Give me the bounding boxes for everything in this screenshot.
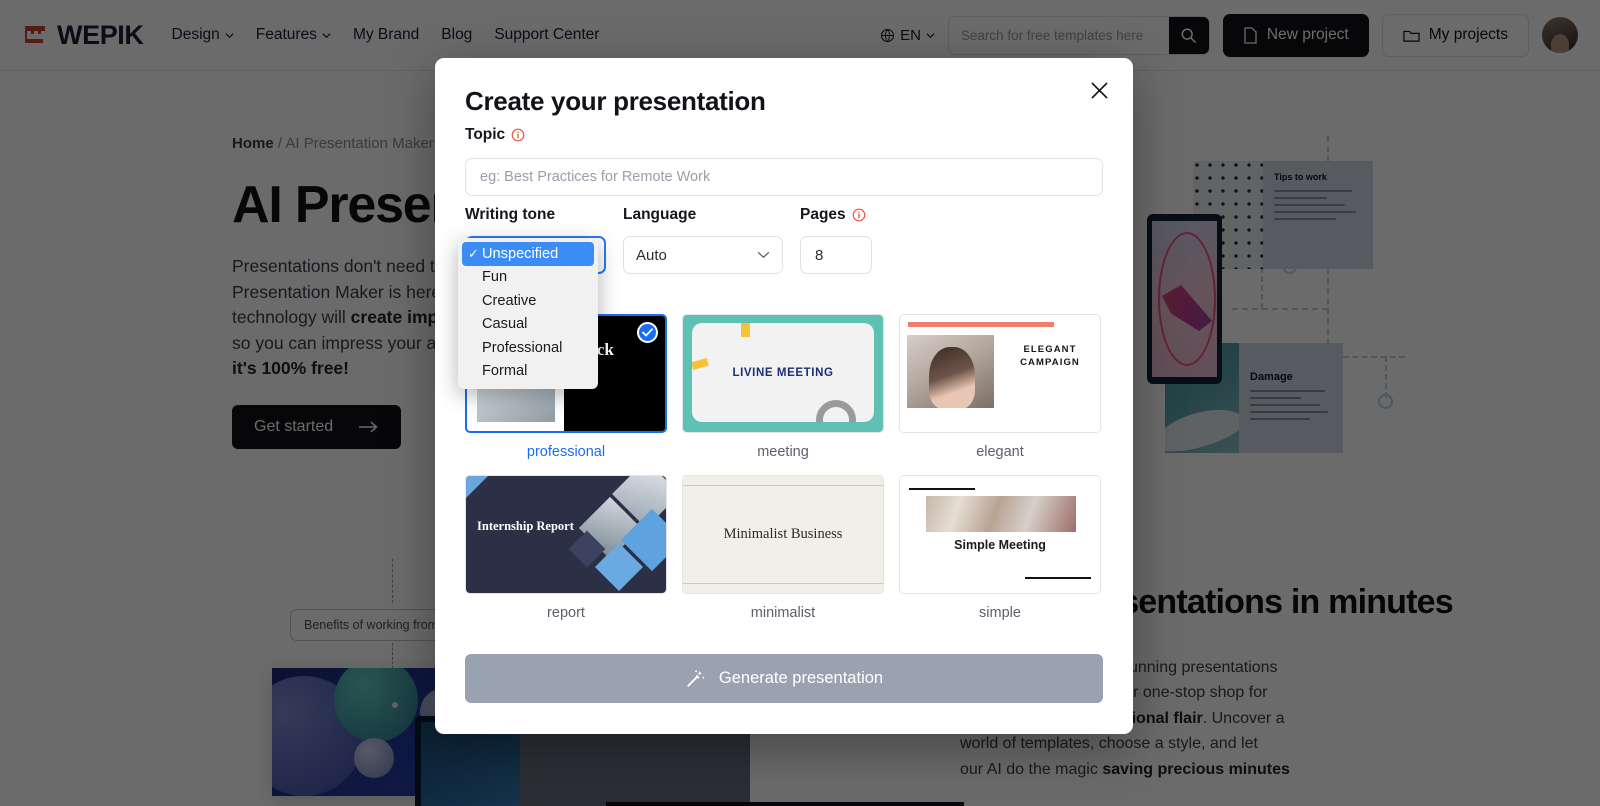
topic-label-row: Topic	[465, 126, 1103, 144]
thumb-photo	[907, 335, 994, 408]
thumb-title: ELEGANT CAMPAIGN	[1020, 344, 1080, 368]
thumb-circle	[816, 400, 856, 422]
selected-check-icon	[637, 322, 658, 343]
thumb-accent	[692, 357, 709, 371]
template-name: meeting	[757, 444, 809, 460]
thumb-title: LIVINE MEETING	[732, 366, 834, 379]
thumb-title: Minimalist Business	[723, 526, 843, 542]
template-thumbnail: Internship Report	[465, 475, 667, 594]
template-card-simple[interactable]: Simple Meeting simple	[899, 475, 1101, 621]
pages-label: Pages	[800, 206, 846, 223]
template-name: minimalist	[750, 605, 816, 621]
pages-label-row: Pages	[800, 206, 872, 224]
thumb-inner: LIVINE MEETING	[692, 323, 874, 422]
tone-option-unspecified[interactable]: ✓ Unspecified	[462, 242, 594, 266]
thumb-accent	[908, 322, 1054, 327]
topic-field-group: Topic	[465, 126, 1103, 196]
chevron-down-icon	[757, 251, 770, 259]
tone-option-casual[interactable]: Casual	[462, 313, 594, 337]
thumb-art: Internship Report	[466, 476, 666, 593]
thumb-art: ELEGANT CAMPAIGN	[900, 315, 1100, 432]
pages-group: Pages 8	[800, 206, 872, 274]
tone-option-professional[interactable]: Professional	[462, 336, 594, 360]
modal-title: Create your presentation	[465, 86, 766, 116]
check-icon: ✓	[468, 245, 479, 261]
tone-option-label: Casual	[482, 316, 528, 333]
thumb-art: Minimalist Business	[683, 476, 883, 593]
thumb-title: Internship Report	[477, 519, 574, 533]
pages-input[interactable]: 8	[800, 236, 872, 274]
writing-tone-dropdown[interactable]: ✓ Unspecified Fun Creative Casual Profess…	[458, 238, 598, 389]
info-icon[interactable]	[852, 208, 866, 222]
tone-option-label: Creative	[482, 292, 537, 309]
template-card-elegant[interactable]: ELEGANT CAMPAIGN elegant	[899, 314, 1101, 460]
template-thumbnail: ELEGANT CAMPAIGN	[899, 314, 1101, 433]
language-value: Auto	[636, 246, 667, 264]
topic-input[interactable]	[465, 158, 1103, 196]
pages-value: 8	[815, 246, 824, 264]
tone-option-fun[interactable]: Fun	[462, 266, 594, 290]
template-name: simple	[979, 605, 1021, 621]
thumb-photo	[926, 496, 1076, 532]
info-icon[interactable]	[511, 128, 525, 142]
tone-option-label: Unspecified	[482, 245, 559, 262]
tone-option-label: Fun	[482, 269, 508, 286]
thumb-title: Simple Meeting	[954, 538, 1046, 552]
tone-option-label: Professional	[482, 339, 563, 356]
generate-presentation-button[interactable]: Generate presentation	[465, 654, 1103, 703]
template-card-meeting[interactable]: LIVINE MEETING meeting	[682, 314, 884, 460]
tone-option-creative[interactable]: Creative	[462, 289, 594, 313]
thumb-accent	[466, 476, 488, 498]
magic-wand-icon	[687, 670, 705, 687]
screen: WEPIK Design Features My Brand Blog	[0, 0, 1600, 806]
tone-option-label: Formal	[482, 363, 528, 380]
template-card-report[interactable]: Internship Report report	[465, 475, 667, 621]
language-label: Language	[623, 206, 697, 223]
thumb-accent	[741, 323, 750, 337]
thumb-art: Simple Meeting	[900, 476, 1100, 593]
writing-tone-label: Writing tone	[465, 206, 556, 223]
template-thumbnail: LIVINE MEETING	[682, 314, 884, 433]
template-name: report	[547, 605, 585, 621]
thumb-rule	[909, 488, 975, 490]
template-name: elegant	[976, 444, 1024, 460]
topic-label: Topic	[465, 126, 506, 143]
close-button[interactable]	[1083, 74, 1115, 106]
template-thumbnail: Simple Meeting	[899, 475, 1101, 594]
tone-option-formal[interactable]: Formal	[462, 360, 594, 384]
template-card-minimalist[interactable]: Minimalist Business minimalist	[682, 475, 884, 621]
template-thumbnail: Minimalist Business	[682, 475, 884, 594]
generate-label: Generate presentation	[718, 669, 884, 687]
thumb-art: LIVINE MEETING	[683, 315, 883, 432]
language-select[interactable]: Auto	[623, 236, 783, 274]
template-name: professional	[526, 444, 606, 460]
close-icon	[1091, 82, 1107, 98]
language-group: Language Auto	[623, 206, 783, 274]
thumb-rule	[1025, 577, 1091, 579]
